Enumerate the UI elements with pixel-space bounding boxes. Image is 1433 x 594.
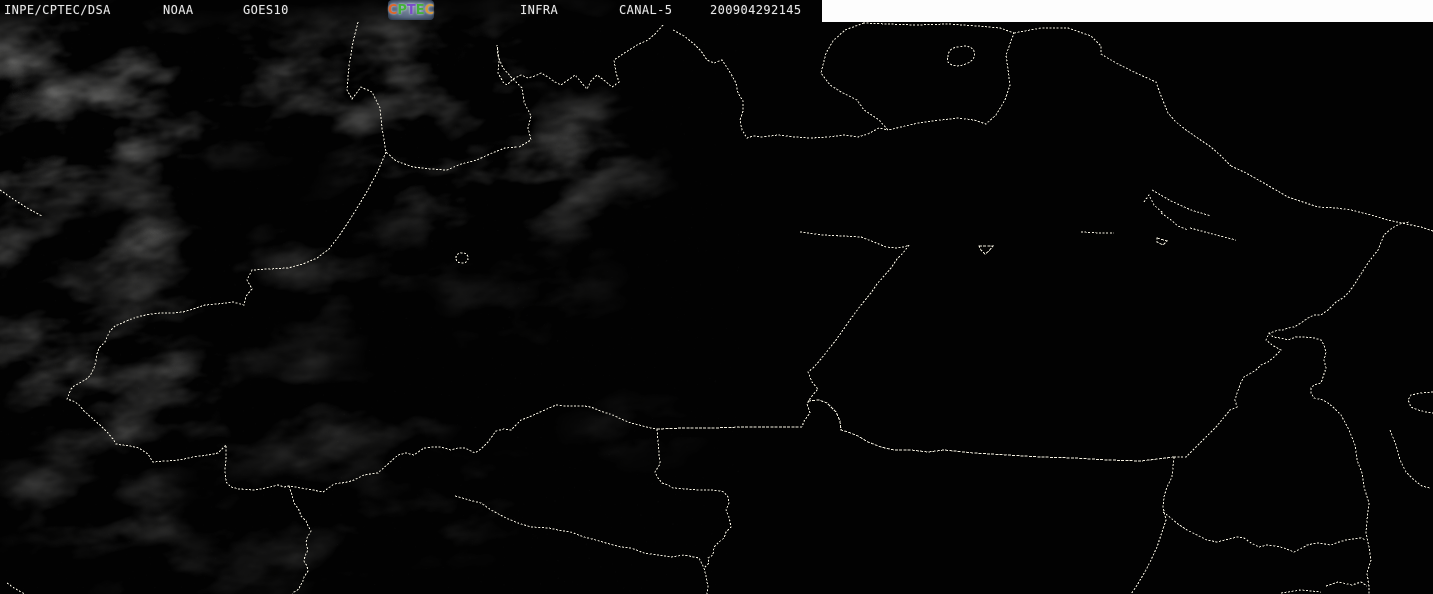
network-label: NOAA bbox=[163, 3, 194, 17]
agency-label: INPE/CPTEC/DSA bbox=[4, 3, 111, 17]
band-label: INFRA bbox=[520, 3, 559, 17]
channel-label: CANAL-5 bbox=[619, 3, 673, 17]
satellite-label: GOES10 bbox=[243, 3, 289, 17]
header-bar: INPE/CPTEC/DSA NOAA GOES10 CPTEC INFRA C… bbox=[0, 0, 1433, 20]
datetime-label: 200904292145 bbox=[710, 3, 802, 17]
satellite-image bbox=[0, 0, 1433, 594]
logo-letter: C bbox=[387, 2, 398, 18]
logo-letter: T bbox=[406, 2, 416, 18]
logo-letter: E bbox=[415, 2, 425, 18]
cptec-logo: CPTEC bbox=[388, 0, 434, 20]
satellite-viewer: INPE/CPTEC/DSA NOAA GOES10 CPTEC INFRA C… bbox=[0, 0, 1433, 594]
logo-letter: P bbox=[397, 2, 407, 18]
logo-letter: C bbox=[424, 2, 435, 18]
